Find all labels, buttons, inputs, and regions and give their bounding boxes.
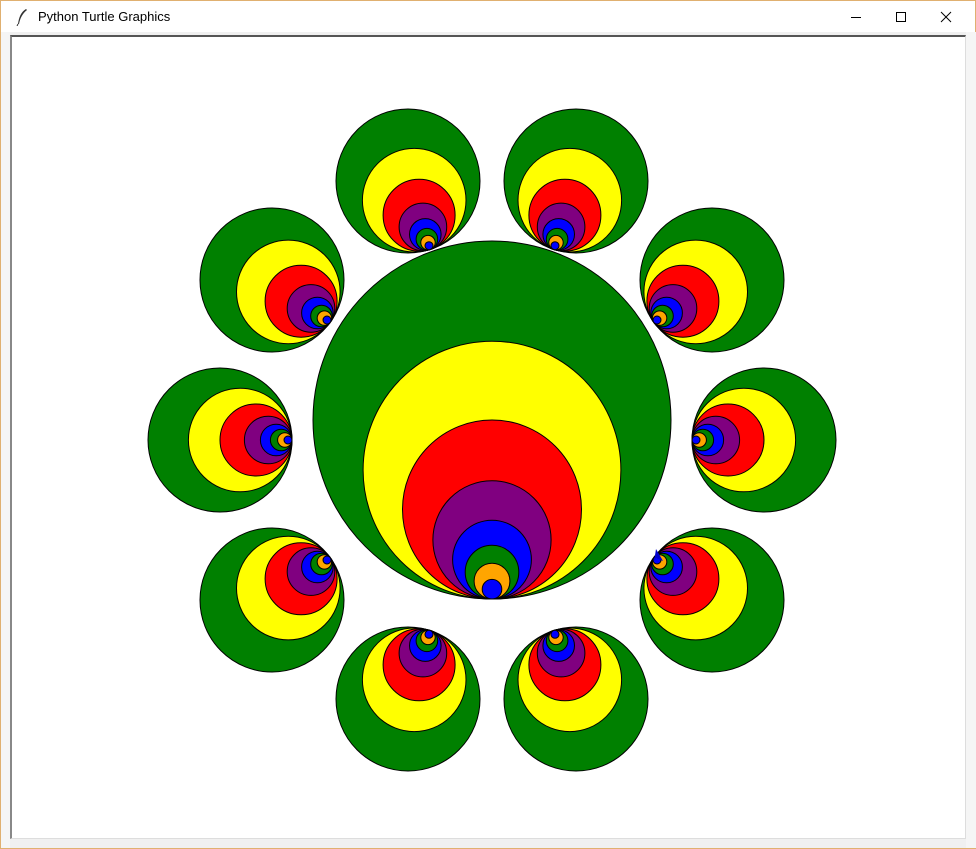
title-bar[interactable]: Python Turtle Graphics bbox=[1, 1, 975, 32]
ring-circle bbox=[481, 578, 503, 600]
petal-flower bbox=[199, 207, 345, 353]
petal-flower bbox=[691, 367, 837, 513]
ring-circle bbox=[691, 435, 701, 445]
turtle-canvas[interactable] bbox=[10, 35, 966, 839]
petal-flower bbox=[147, 367, 293, 513]
turtle-window: Python Turtle Graphics bbox=[0, 0, 976, 849]
petal-flower bbox=[335, 626, 481, 772]
minimize-icon bbox=[851, 16, 861, 18]
window-title: Python Turtle Graphics bbox=[38, 9, 171, 24]
ring-circle bbox=[550, 241, 560, 251]
maximize-button[interactable] bbox=[878, 1, 924, 32]
ring-circle bbox=[322, 555, 332, 565]
ring-circle bbox=[652, 315, 662, 325]
ring-circle bbox=[283, 435, 293, 445]
petal-flower bbox=[639, 527, 785, 673]
close-icon bbox=[940, 11, 952, 22]
maximize-icon bbox=[896, 11, 906, 22]
feather-icon bbox=[16, 9, 27, 26]
minimize-button[interactable] bbox=[833, 1, 879, 32]
petal-flower bbox=[639, 207, 785, 353]
central-flower bbox=[312, 240, 672, 600]
ring-circle bbox=[424, 241, 434, 251]
ring-circle bbox=[424, 629, 434, 639]
ring-circle bbox=[322, 315, 332, 325]
turtle-drawing bbox=[147, 108, 837, 772]
background-editor-strip-right bbox=[966, 32, 976, 848]
petal-flower bbox=[199, 527, 345, 673]
background-editor-strip-left bbox=[1, 32, 10, 848]
close-button[interactable] bbox=[923, 1, 969, 32]
petal-flower bbox=[503, 626, 649, 772]
petal-flower bbox=[503, 108, 649, 254]
ring-circle bbox=[550, 629, 560, 639]
petal-flower bbox=[335, 108, 481, 254]
